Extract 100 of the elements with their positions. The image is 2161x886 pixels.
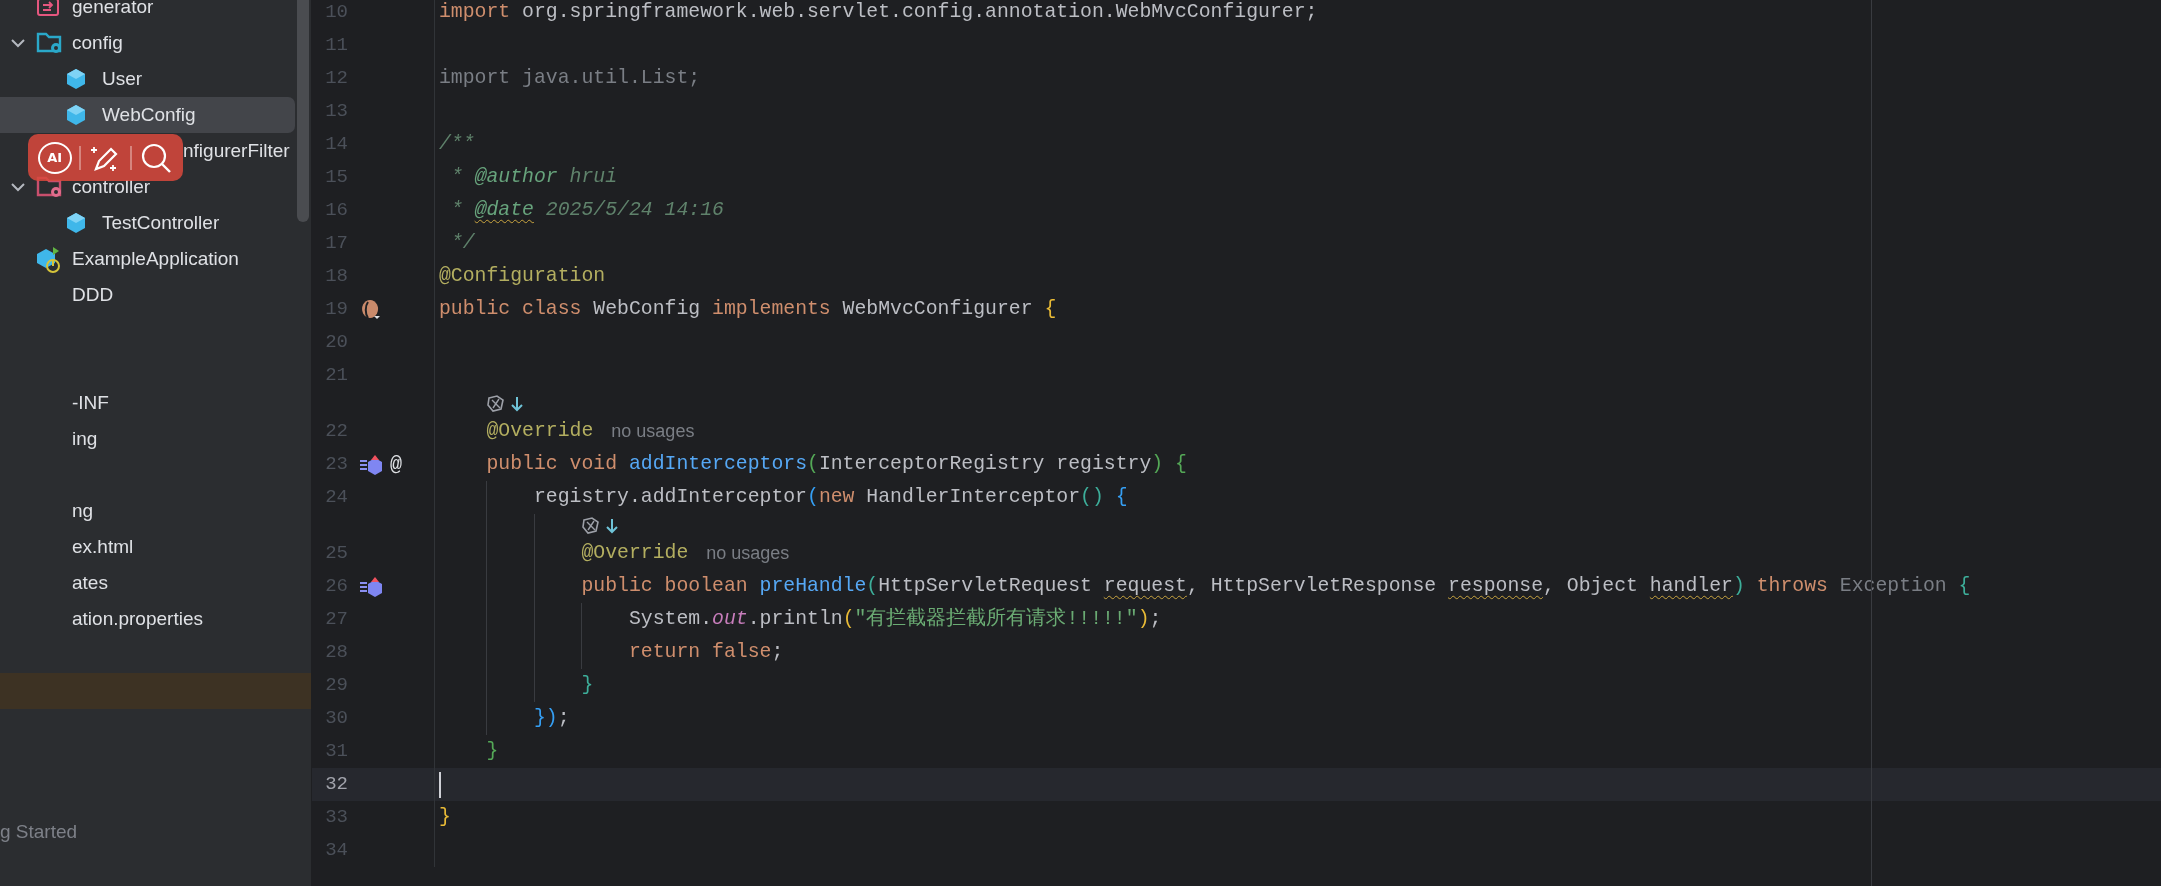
comment-text: */ xyxy=(450,230,475,256)
bracket-text: ) xyxy=(1151,451,1164,477)
tree-item[interactable]: -INF xyxy=(0,385,109,421)
code-text: WebMvcConfigurer xyxy=(841,296,1034,322)
item-label: TestController xyxy=(102,210,220,235)
implements-icon[interactable] xyxy=(358,575,384,598)
cube-icon xyxy=(66,68,86,90)
keyword-text: throws xyxy=(1755,573,1829,599)
tree-item[interactable]: config xyxy=(0,25,123,61)
code-text: , Object xyxy=(1543,573,1639,599)
tree-item[interactable]: ng xyxy=(0,493,94,529)
unused-code-text: import java.util.List; xyxy=(439,65,701,91)
tree-item[interactable]: ation.properties xyxy=(0,601,203,637)
doc-tag-text: @author xyxy=(474,164,558,190)
method-name: addInterceptors xyxy=(628,451,807,477)
field-name: out xyxy=(712,606,748,632)
code-text: handler xyxy=(1649,573,1733,599)
bracket-text: { xyxy=(1174,451,1187,477)
code-text: request xyxy=(1103,573,1187,599)
code-text: , HttpServletResponse xyxy=(1186,573,1438,599)
item-label: ation.properties xyxy=(72,606,203,631)
code-text: HandlerInterceptor xyxy=(865,484,1081,510)
item-label: config xyxy=(72,30,123,55)
section-label: g Started xyxy=(0,820,78,844)
bracket-text: ( xyxy=(866,573,879,599)
item-label: ng xyxy=(72,498,94,523)
tree-item[interactable]: generator xyxy=(0,0,154,25)
annotation-text: @Override xyxy=(581,540,689,566)
comment-text: * xyxy=(450,197,464,223)
comment-text: * xyxy=(450,164,464,190)
tree-item[interactable]: User xyxy=(0,61,143,97)
cube-icon xyxy=(66,212,86,234)
ai-button[interactable]: AI xyxy=(37,141,72,174)
tree-item[interactable]: ing xyxy=(0,421,98,457)
bracket-text: () xyxy=(1080,484,1104,510)
tree-item[interactable]: ex.html xyxy=(0,529,134,565)
annotation-text: @Override xyxy=(486,418,594,444)
bracket-text: ( xyxy=(842,606,855,632)
item-label: nfigurerFilter xyxy=(183,139,290,161)
usage-hint: no usages xyxy=(706,542,790,565)
annotation-text: @Configuration xyxy=(439,263,606,289)
tree-item[interactable]: ExampleApplication xyxy=(0,241,239,277)
bracket-text: { xyxy=(1044,296,1057,322)
code-text: .println xyxy=(747,606,843,632)
item-label: User xyxy=(102,66,143,91)
annotation-marker[interactable]: @ xyxy=(390,449,402,480)
folder-gear-icon xyxy=(36,30,64,56)
bracket-text: } xyxy=(439,804,451,830)
method-name: preHandle xyxy=(759,573,867,599)
item-label: WebConfig xyxy=(102,102,196,127)
item-label: DDD xyxy=(72,282,114,307)
scrollbar-thumb[interactable] xyxy=(297,0,309,222)
comment-text: hrui xyxy=(568,164,618,190)
tree-item[interactable]: ates xyxy=(0,565,108,601)
unused-code-text: Exception xyxy=(1839,573,1947,599)
comment-text: /** xyxy=(439,131,475,157)
keyword-text: implements xyxy=(712,296,831,322)
code-text: System. xyxy=(628,606,713,632)
bracket-text: } xyxy=(486,738,499,764)
code-text: InterceptorRegistry registry xyxy=(818,451,1152,477)
tree-item[interactable]: TestController xyxy=(0,205,220,241)
item-label: ExampleApplication xyxy=(72,246,239,271)
bracket-text: ) xyxy=(1137,606,1150,632)
code-text: ; xyxy=(771,639,784,665)
keyword-text: public void xyxy=(486,451,619,477)
usage-hint: no usages xyxy=(611,420,695,443)
item-label: ing xyxy=(72,426,98,451)
bracket-text: ( xyxy=(807,484,819,510)
keyword-text: new xyxy=(818,484,855,510)
item-label: controller xyxy=(72,174,151,199)
implements-icon[interactable] xyxy=(358,453,384,476)
keyword-text: import xyxy=(439,0,511,25)
bracket-text: ) xyxy=(1732,573,1745,599)
item-label: ex.html xyxy=(72,534,134,559)
doc-tag-text: @date xyxy=(474,197,534,223)
item-label: generator xyxy=(72,0,154,19)
code-text: registry.addInterceptor xyxy=(533,484,807,510)
comment-text: 2025/5/24 14:16 xyxy=(544,197,724,223)
code-text: HttpServletRequest xyxy=(878,573,1093,599)
cube-icon xyxy=(66,104,86,126)
bracket-text: }) xyxy=(533,705,558,731)
module-icon xyxy=(36,0,60,18)
bracket-text: } xyxy=(581,672,594,698)
tree-item[interactable]: DDD xyxy=(0,277,114,313)
keyword-text: public boolean xyxy=(581,573,749,599)
bracket-text: ( xyxy=(807,451,819,477)
code-text: WebConfig xyxy=(592,296,702,322)
tree-item[interactable]: WebConfig xyxy=(0,97,295,133)
string-literal: "有拦截器拦截所有请求!!!!!" xyxy=(854,606,1138,632)
code-text: response xyxy=(1448,573,1543,599)
bracket-text: { xyxy=(1957,573,1971,599)
bracket-text: { xyxy=(1114,484,1128,510)
item-label: -INF xyxy=(72,390,109,415)
code-text: ; xyxy=(557,705,570,731)
code-text: ; xyxy=(1149,606,1162,632)
keyword-text: return false xyxy=(628,639,772,665)
line-number: 32 xyxy=(324,772,348,798)
keyword-text: public class xyxy=(439,296,582,322)
item-label: ates xyxy=(72,570,108,595)
code-text: org.springframework.web.servlet.config.annotation.WebMvcConfigurer; xyxy=(521,0,1318,25)
